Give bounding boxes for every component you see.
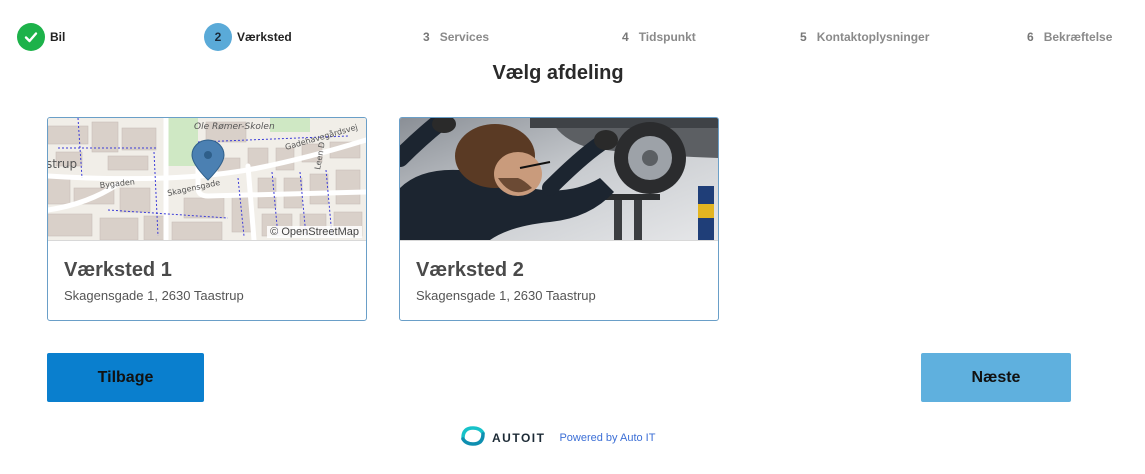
step-number: 6 bbox=[1027, 30, 1034, 44]
workshop-name: Værksted 1 bbox=[64, 259, 172, 281]
step-label: Kontaktoplysninger bbox=[816, 30, 930, 44]
powered-by-link[interactable]: Powered by Auto IT bbox=[559, 432, 655, 444]
page-title: Vælg afdeling bbox=[492, 62, 624, 84]
check-icon bbox=[17, 23, 45, 51]
workshop-card-1[interactable]: Ole Rømer-Skolen Skagensgade Bygaden Gad… bbox=[47, 117, 367, 321]
next-button[interactable]: Næste bbox=[921, 353, 1071, 402]
workshop-card-2[interactable]: Værksted 2 Skagensgade 1, 2630 Taastrup bbox=[399, 117, 719, 321]
brand-name: AUTOIT bbox=[492, 431, 546, 445]
step-label: Bekræftelse bbox=[1043, 30, 1113, 44]
step-number: 3 bbox=[423, 30, 430, 44]
workshop-address: Skagensgade 1, 2630 Taastrup bbox=[416, 288, 596, 303]
step-vaerksted[interactable]: 2 Værksted bbox=[204, 22, 292, 52]
step-label: Værksted bbox=[237, 30, 292, 44]
map-label: strup bbox=[48, 157, 77, 171]
map-label: Ole Rømer-Skolen bbox=[194, 122, 275, 132]
step-label: Bil bbox=[50, 30, 66, 44]
step-kontaktoplysninger[interactable]: 5 Kontaktoplysninger bbox=[800, 22, 929, 52]
step-bekraeftelse[interactable]: 6 Bekræftelse bbox=[1027, 22, 1112, 52]
workshop-address: Skagensgade 1, 2630 Taastrup bbox=[64, 288, 244, 303]
step-bil[interactable]: Bil bbox=[17, 22, 65, 52]
workshop-photo bbox=[400, 118, 718, 241]
step-number: 4 bbox=[622, 30, 629, 44]
back-button[interactable]: Tilbage bbox=[47, 353, 204, 402]
step-label: Tidspunkt bbox=[638, 30, 696, 44]
step-number: 5 bbox=[800, 30, 807, 44]
footer: AUTOIT Powered by Auto IT bbox=[460, 425, 655, 452]
step-label: Services bbox=[439, 30, 490, 44]
progress-stepper: Bil 2 Værksted 3 Services 4 Tidspunkt 5 … bbox=[0, 22, 1145, 52]
step-number: 2 bbox=[204, 23, 232, 51]
autoit-logo-icon bbox=[460, 425, 486, 452]
workshop-name: Værksted 2 bbox=[416, 259, 524, 281]
step-tidspunkt[interactable]: 4 Tidspunkt bbox=[622, 22, 696, 52]
step-services[interactable]: 3 Services bbox=[423, 22, 489, 52]
location-map: Ole Rømer-Skolen Skagensgade Bygaden Gad… bbox=[48, 118, 366, 241]
map-attribution[interactable]: © OpenStreetMap bbox=[267, 226, 362, 238]
